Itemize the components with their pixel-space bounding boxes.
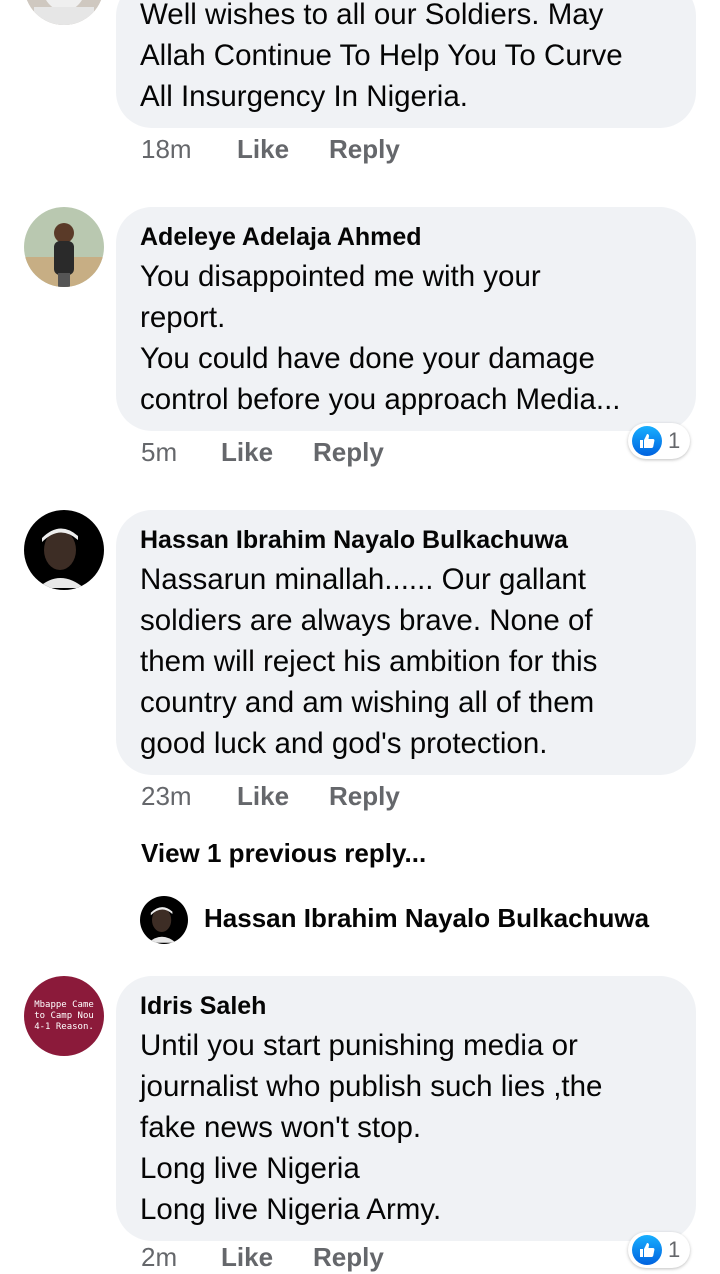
comment-text: them will reject his ambition for this	[140, 645, 598, 678]
timestamp[interactable]: 23m	[141, 779, 192, 813]
comment-text: You could have done your damage	[140, 342, 595, 375]
comment-text: All Insurgency In Nigeria.	[140, 80, 468, 113]
comment-bubble: Adeleye Adelaja Ahmed You disappointed m…	[116, 207, 696, 431]
comment-text: journalist who publish such lies ,the	[140, 1070, 603, 1103]
reply-button[interactable]: Reply	[313, 1240, 384, 1274]
reply-preview-author[interactable]: Hassan Ibrahim Nayalo Bulkachuwa	[204, 903, 649, 934]
thumbs-up-icon	[632, 1235, 662, 1265]
avatar[interactable]	[140, 896, 188, 944]
comment-text: Well wishes to all our Soldiers. May	[140, 0, 604, 31]
thumbs-up-icon	[632, 426, 662, 456]
reply-button[interactable]: Reply	[313, 435, 384, 469]
comment-text: good luck and god's protection.	[140, 727, 548, 760]
reaction-count: 1	[668, 1237, 681, 1262]
comment-text: Long live Nigeria	[140, 1152, 360, 1185]
comment-text: report.	[140, 301, 226, 334]
comment-bubble: Hassan Ibrahim Nayalo Bulkachuwa Nassaru…	[116, 510, 696, 775]
comment-author[interactable]: Adeleye Adelaja Ahmed	[140, 221, 672, 253]
timestamp[interactable]: 2m	[141, 1240, 177, 1274]
reaction-summary[interactable]: 1	[628, 1232, 691, 1268]
like-button[interactable]: Like	[237, 779, 289, 813]
like-button[interactable]: Like	[237, 132, 289, 166]
avatar[interactable]	[24, 510, 104, 590]
comment-text: Allah Continue To Help You To Curve	[140, 39, 623, 72]
comment-author[interactable]: Idris Saleh	[140, 990, 672, 1022]
comment-text: soldiers are always brave. None of	[140, 604, 593, 637]
reaction-count: 1	[668, 428, 681, 453]
comment-author[interactable]: Hassan Ibrahim Nayalo Bulkachuwa	[140, 524, 672, 556]
comment-bubble: Well wishes to all our Soldiers. May All…	[116, 0, 696, 128]
avatar[interactable]	[24, 207, 104, 287]
comment-text: control before you approach Media...	[140, 383, 621, 416]
comment-text: Nassarun minallah...... Our gallant	[140, 563, 586, 596]
like-button[interactable]: Like	[221, 1240, 273, 1274]
avatar-text: Mbappe Came to Camp Nou 4-1 Reason.	[34, 999, 94, 1032]
reply-button[interactable]: Reply	[329, 779, 400, 813]
view-previous-replies-link[interactable]: View 1 previous reply...	[141, 838, 426, 869]
timestamp[interactable]: 5m	[141, 435, 177, 469]
comment-bubble: Idris Saleh Until you start punishing me…	[116, 976, 696, 1241]
comment-text: You disappointed me with your	[140, 260, 541, 293]
timestamp[interactable]: 18m	[141, 132, 192, 166]
comment-text: Until you start punishing media or	[140, 1029, 578, 1062]
like-button[interactable]: Like	[221, 435, 273, 469]
comment-text: Long live Nigeria Army.	[140, 1193, 442, 1226]
avatar[interactable]	[24, 0, 104, 25]
comment-text: fake news won't stop.	[140, 1111, 422, 1144]
avatar[interactable]: Mbappe Came to Camp Nou 4-1 Reason.	[24, 976, 104, 1056]
comment-text: country and am wishing all of them	[140, 686, 595, 719]
reaction-summary[interactable]: 1	[628, 423, 691, 459]
reply-button[interactable]: Reply	[329, 132, 400, 166]
